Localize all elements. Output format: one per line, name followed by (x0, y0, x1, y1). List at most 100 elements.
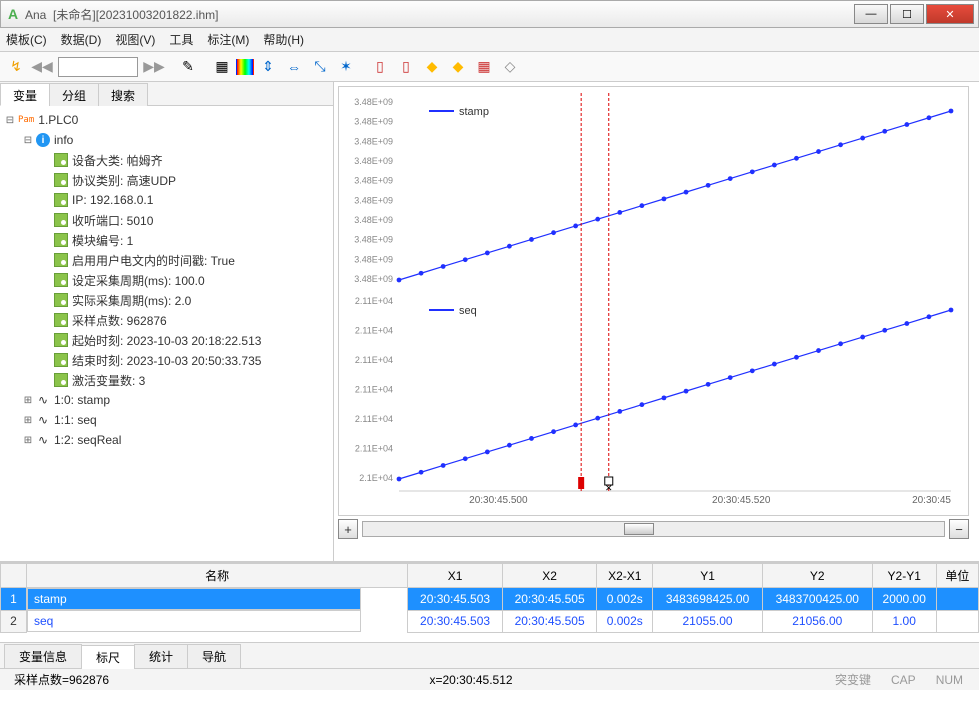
tree-item[interactable]: 采样点数: 962876 (72, 312, 167, 329)
tree-item[interactable]: 设定采集周期(ms): 100.0 (72, 272, 205, 289)
col-dy[interactable]: Y2-Y1 (872, 564, 936, 588)
tree-item[interactable]: 启用用户电文内的时间戳: True (72, 252, 235, 269)
grid-icon[interactable]: ▦ (210, 55, 234, 79)
status-num: NUM (926, 673, 973, 687)
status-bar: 采样点数=962876 x=20:30:45.512 突变键 CAP NUM (0, 668, 979, 690)
window-title: Ana [未命名][20231003201822.ihm] (25, 6, 852, 23)
status-cursor-x: x=20:30:45.512 (421, 673, 520, 687)
status-samples: 采样点数=962876 (6, 671, 117, 688)
btab-stats[interactable]: 统计 (134, 644, 188, 668)
svg-text:2.11E+04: 2.11E+04 (355, 326, 393, 336)
menu-tool[interactable]: 工具 (169, 31, 193, 48)
tag1-icon[interactable]: ◆ (420, 55, 444, 79)
table-row[interactable]: 1stamp20:30:45.50320:30:45.5050.002s3483… (1, 588, 979, 611)
doc-icon (54, 253, 68, 267)
minimize-button[interactable]: — (854, 4, 888, 24)
btab-nav[interactable]: 导航 (187, 644, 241, 668)
side-panel: 变量 分组 搜索 ⊟Pam1.PLC0 ⊟iinfo 设备大类: 帕姆齐协议类别… (0, 82, 334, 561)
bottom-tabs: 变量信息 标尺 统计 导航 (0, 642, 979, 668)
scrollbar-thumb[interactable] (624, 523, 654, 535)
eraser-icon[interactable]: ◇ (498, 55, 522, 79)
doc-icon (54, 173, 68, 187)
menu-bar: 模板(C) 数据(D) 视图(V) 工具 标注(M) 帮助(H) (0, 28, 979, 52)
doc-icon (54, 293, 68, 307)
doc-icon (54, 213, 68, 227)
svg-text:2.11E+04: 2.11E+04 (355, 296, 393, 306)
side-tabs: 变量 分组 搜索 (0, 82, 333, 106)
calendar-icon[interactable]: ▦ (472, 55, 496, 79)
pane1-icon[interactable]: ▯ (368, 55, 392, 79)
col-dx[interactable]: X2-X1 (597, 564, 653, 588)
horizontal-scrollbar[interactable] (362, 521, 945, 537)
hfit-icon[interactable]: ⇔ (282, 55, 306, 79)
tree-item[interactable]: 设备大类: 帕姆齐 (72, 152, 163, 169)
tree-var[interactable]: 1:2: seqReal (54, 433, 121, 447)
doc-icon (54, 193, 68, 207)
tree-item[interactable]: 实际采集周期(ms): 2.0 (72, 292, 191, 309)
variable-tree[interactable]: ⊟Pam1.PLC0 ⊟iinfo 设备大类: 帕姆齐协议类别: 高速UDPIP… (0, 106, 333, 561)
toolbar-dropdown[interactable] (58, 57, 138, 77)
edit-icon[interactable]: ✎ (176, 55, 200, 79)
tree-item[interactable]: 收听端口: 5010 (72, 212, 153, 229)
center-icon[interactable]: ✶ (334, 55, 358, 79)
tree-item[interactable]: 结束时刻: 2023-10-03 20:50:33.735 (72, 352, 261, 369)
tree-var[interactable]: 1:1: seq (54, 413, 97, 427)
rewind-icon[interactable]: ◀◀ (30, 55, 54, 79)
tree-item[interactable]: 起始时刻: 2023-10-03 20:18:22.513 (72, 332, 261, 349)
cursor-table: 名称 X1 X2 X2-X1 Y1 Y2 Y2-Y1 单位 1stamp20:3… (0, 562, 979, 642)
svg-text:20:30:45.520: 20:30:45.520 (712, 495, 771, 506)
menu-view[interactable]: 视图(V) (115, 31, 155, 48)
menu-annotate[interactable]: 标注(M) (207, 31, 249, 48)
col-x2[interactable]: X2 (502, 564, 597, 588)
shrink-icon[interactable]: ⤡ (308, 55, 332, 79)
tree-item[interactable]: 协议类别: 高速UDP (72, 172, 176, 189)
tree-item[interactable]: 模块编号: 1 (72, 232, 133, 249)
chart-area[interactable]: 3.48E+093.48E+093.48E+093.48E+093.48E+09… (338, 86, 969, 516)
table-row[interactable]: 2seq20:30:45.50320:30:45.5050.002s21055.… (1, 610, 979, 632)
tab-groups[interactable]: 分组 (49, 83, 99, 106)
close-button[interactable]: ✕ (926, 4, 974, 24)
refresh-icon[interactable]: ↯ (4, 55, 28, 79)
wave-icon: ∿ (36, 433, 50, 447)
vfit-icon[interactable]: ⇕ (256, 55, 280, 79)
status-hint: 突变键 (825, 671, 881, 688)
maximize-button[interactable]: ☐ (890, 4, 924, 24)
tree-info[interactable]: info (54, 133, 73, 147)
col-unit[interactable]: 单位 (936, 564, 978, 588)
btab-varinfo[interactable]: 变量信息 (4, 644, 82, 668)
tree-item[interactable]: IP: 192.168.0.1 (72, 193, 153, 207)
btab-ruler[interactable]: 标尺 (81, 645, 135, 669)
forward-icon[interactable]: ▶▶ (142, 55, 166, 79)
tree-item[interactable]: 激活变量数: 3 (72, 372, 145, 389)
menu-help[interactable]: 帮助(H) (263, 31, 304, 48)
tree-root[interactable]: 1.PLC0 (38, 113, 78, 127)
zoom-in-button[interactable]: + (338, 519, 358, 539)
palette-icon[interactable] (236, 59, 254, 75)
svg-text:3.48E+09: 3.48E+09 (354, 97, 393, 107)
doc-icon (54, 373, 68, 387)
col-x1[interactable]: X1 (408, 564, 503, 588)
tree-var[interactable]: 1:0: stamp (54, 393, 110, 407)
doc-icon (54, 333, 68, 347)
menu-template[interactable]: 模板(C) (6, 31, 47, 48)
tab-variables[interactable]: 变量 (0, 83, 50, 106)
status-cap: CAP (881, 673, 926, 687)
zoom-out-button[interactable]: − (949, 519, 969, 539)
col-y1[interactable]: Y1 (653, 564, 763, 588)
svg-text:2.11E+04: 2.11E+04 (355, 385, 393, 395)
chart-panel: 3.48E+093.48E+093.48E+093.48E+093.48E+09… (334, 82, 979, 561)
doc-icon (54, 313, 68, 327)
svg-text:2.11E+04: 2.11E+04 (355, 355, 393, 365)
info-icon: i (36, 133, 50, 147)
col-y2[interactable]: Y2 (762, 564, 872, 588)
svg-text:2.1E+04: 2.1E+04 (359, 473, 393, 483)
doc-icon (54, 233, 68, 247)
svg-text:3.48E+09: 3.48E+09 (354, 136, 393, 146)
tag2-icon[interactable]: ◆ (446, 55, 470, 79)
svg-text:seq: seq (459, 305, 477, 317)
menu-data[interactable]: 数据(D) (61, 31, 102, 48)
pane2-icon[interactable]: ▯ (394, 55, 418, 79)
col-name[interactable]: 名称 (27, 564, 408, 588)
tab-search[interactable]: 搜索 (98, 83, 148, 106)
svg-text:stamp: stamp (459, 106, 489, 118)
